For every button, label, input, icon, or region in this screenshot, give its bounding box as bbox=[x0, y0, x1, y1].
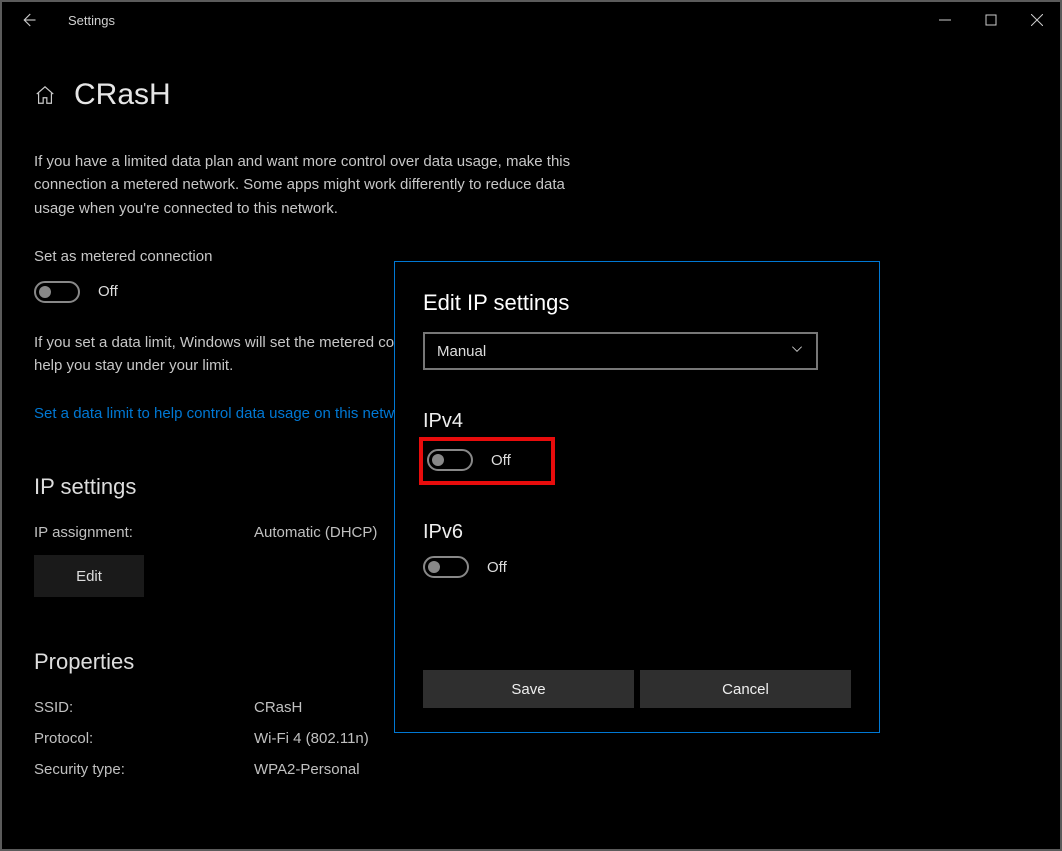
property-key: SSID: bbox=[34, 699, 254, 716]
back-button[interactable] bbox=[6, 2, 50, 38]
property-value: CRasH bbox=[254, 699, 302, 716]
ipv4-toggle-state: Off bbox=[491, 452, 511, 469]
ipv6-toggle-row: Off bbox=[423, 552, 851, 582]
property-row-security: Security type: WPA2-Personal bbox=[34, 761, 1028, 778]
dialog-title: Edit IP settings bbox=[423, 290, 851, 316]
property-value: WPA2-Personal bbox=[254, 761, 360, 778]
metered-toggle[interactable] bbox=[34, 281, 80, 303]
chevron-down-icon bbox=[790, 342, 804, 360]
cancel-button[interactable]: Cancel bbox=[640, 670, 851, 708]
dialog-buttons: Save Cancel bbox=[423, 670, 851, 708]
property-value: Wi-Fi 4 (802.11n) bbox=[254, 730, 369, 747]
minimize-button[interactable] bbox=[922, 2, 968, 38]
ipv4-toggle[interactable] bbox=[427, 449, 473, 471]
titlebar-title: Settings bbox=[68, 13, 115, 28]
ipv6-toggle-state: Off bbox=[487, 559, 507, 576]
ipv6-label: IPv6 bbox=[423, 521, 851, 544]
ipv6-toggle[interactable] bbox=[423, 556, 469, 578]
property-key: Protocol: bbox=[34, 730, 254, 747]
edit-ip-dialog: Edit IP settings Manual IPv4 Off IPv6 Of… bbox=[394, 261, 880, 733]
ipv4-label: IPv4 bbox=[423, 410, 851, 433]
edit-ip-button[interactable]: Edit bbox=[34, 555, 144, 597]
titlebar: Settings bbox=[2, 2, 1060, 38]
close-button[interactable] bbox=[1014, 2, 1060, 38]
home-icon bbox=[34, 84, 56, 106]
page-header: CRasH bbox=[34, 78, 1028, 112]
ip-mode-dropdown[interactable]: Manual bbox=[423, 332, 818, 370]
ip-assignment-label: IP assignment: bbox=[34, 524, 254, 541]
maximize-button[interactable] bbox=[968, 2, 1014, 38]
metered-toggle-state: Off bbox=[98, 283, 118, 300]
page-title: CRasH bbox=[74, 78, 171, 112]
save-button[interactable]: Save bbox=[423, 670, 634, 708]
dropdown-value: Manual bbox=[437, 343, 486, 360]
metered-description: If you have a limited data plan and want… bbox=[34, 150, 594, 220]
window-controls bbox=[922, 2, 1060, 38]
property-key: Security type: bbox=[34, 761, 254, 778]
ip-assignment-value: Automatic (DHCP) bbox=[254, 524, 377, 541]
ipv4-toggle-row: Off bbox=[423, 441, 551, 481]
